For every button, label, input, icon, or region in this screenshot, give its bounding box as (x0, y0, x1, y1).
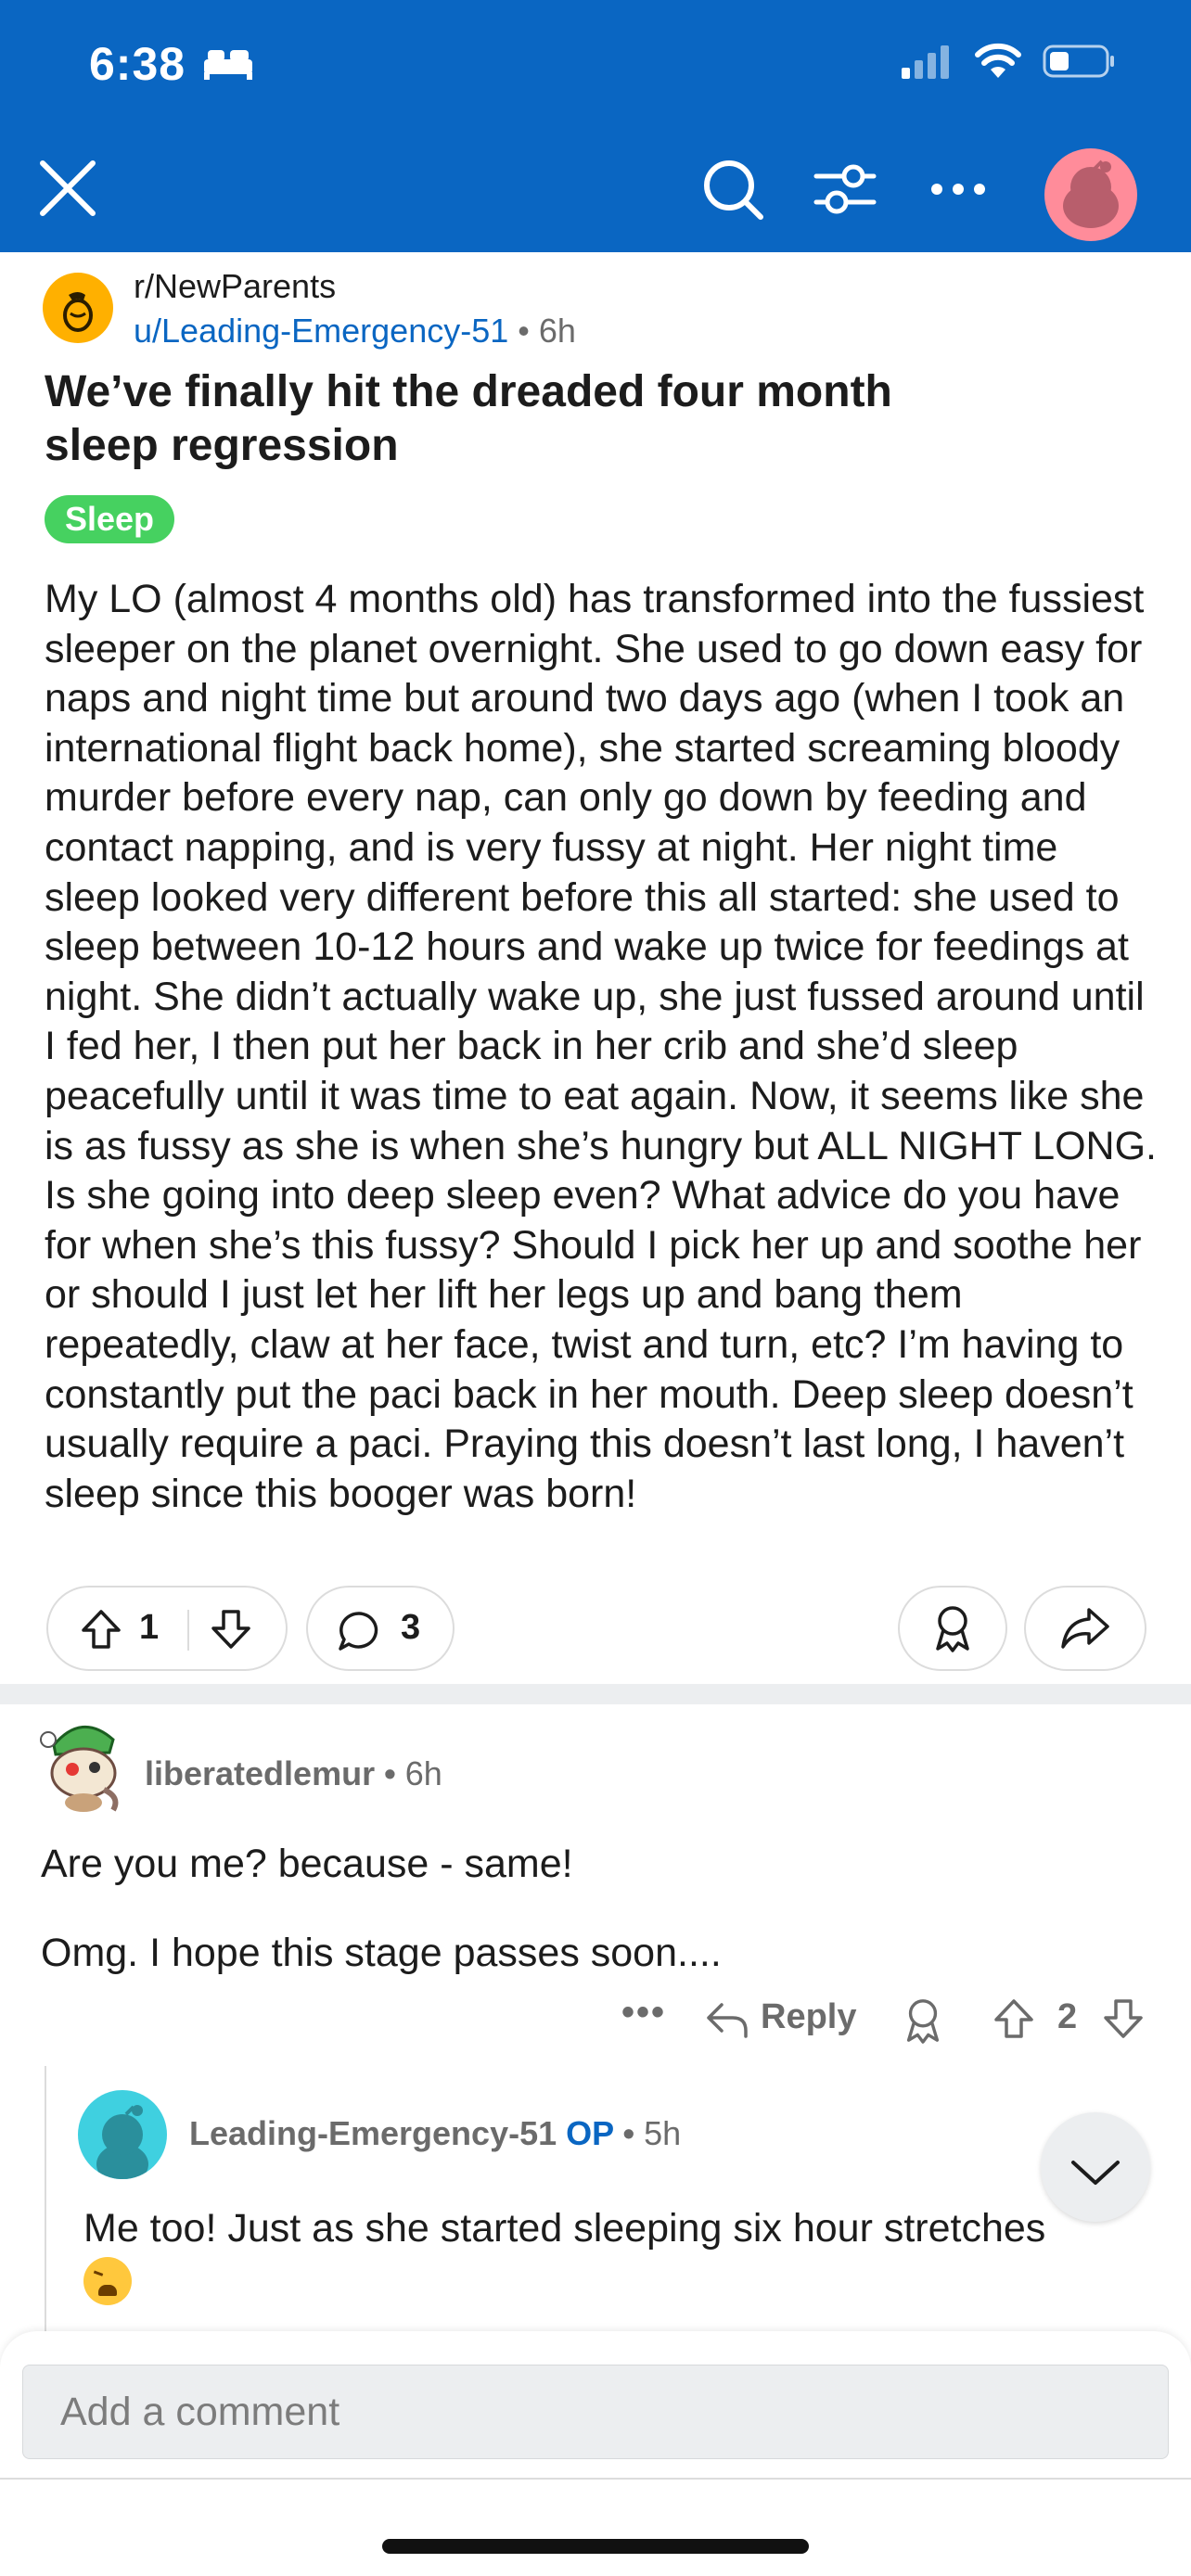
cellular-signal-icon (902, 45, 949, 79)
post-body: My LO (almost 4 months old) has transfor… (45, 577, 1157, 1516)
comment-author-line: liberatedlemur • 6h (145, 1754, 442, 1793)
composer-divider (0, 2478, 1191, 2480)
filter-icon[interactable] (813, 161, 877, 217)
comment-count: 3 (401, 1608, 421, 1647)
subreddit-name[interactable]: r/NewParents (134, 267, 336, 306)
comment-icon (339, 1612, 378, 1651)
comment-age: 6h (404, 1754, 442, 1792)
award-icon[interactable] (900, 1997, 946, 2044)
battery-icon (1043, 45, 1114, 78)
scroll-down-button[interactable] (1041, 2112, 1150, 2222)
award-button[interactable] (898, 1586, 1007, 1671)
reply-icon[interactable] (705, 1999, 749, 2040)
flair-badge[interactable]: Sleep (45, 495, 175, 543)
home-indicator[interactable] (382, 2539, 809, 2554)
thread-line[interactable] (45, 2066, 46, 2344)
more-options-button[interactable]: ••• (621, 1992, 666, 2034)
close-icon[interactable] (37, 158, 98, 219)
meta-separator: • (622, 2114, 635, 2152)
status-time: 6:38 (89, 38, 186, 90)
reply-username[interactable]: Leading-Emergency-51 (189, 2114, 557, 2152)
post-meta: u/Leading-Emergency-51 • 6h (134, 312, 576, 351)
comment-actions: ••• Reply 2 (612, 1992, 1169, 2047)
award-icon (936, 1606, 969, 1652)
vote-separator (187, 1610, 189, 1651)
share-button[interactable] (1024, 1586, 1146, 1671)
reply-button[interactable]: Reply (761, 1997, 856, 2037)
comments-button[interactable]: 3 (306, 1586, 455, 1671)
upvote-icon[interactable] (991, 1996, 1037, 2042)
meta-separator: • (518, 312, 530, 350)
meta-separator: • (384, 1754, 396, 1792)
downvote-icon[interactable] (1100, 1996, 1146, 2042)
search-icon[interactable] (699, 156, 766, 223)
comment-text-line: Omg. I hope this stage passes soon.... (41, 1931, 722, 1975)
op-badge: OP (566, 2114, 614, 2152)
reply-author-avatar[interactable] (78, 2090, 167, 2179)
more-icon[interactable] (926, 156, 991, 221)
add-comment-input[interactable] (22, 2365, 1169, 2459)
vote-control: 1 (46, 1586, 288, 1671)
tired-face-emoji-icon (83, 2256, 132, 2305)
comment-username[interactable]: liberatedlemur (145, 1754, 375, 1792)
downvote-icon[interactable] (208, 1606, 254, 1652)
share-icon (1061, 1608, 1109, 1649)
reply-author-line: Leading-Emergency-51 OP • 5h (189, 2114, 681, 2153)
comment-vote-count: 2 (1057, 1997, 1078, 2036)
post-author[interactable]: u/Leading-Emergency-51 (134, 312, 508, 350)
subreddit-icon[interactable] (43, 273, 113, 343)
post-title: We’ve finally hit the dreaded four month… (45, 367, 892, 470)
comment-text-line: Are you me? because - same! (41, 1842, 573, 1886)
section-divider (0, 1684, 1191, 1704)
user-avatar[interactable] (1044, 148, 1137, 241)
post-age: 6h (538, 312, 576, 350)
status-indicators (900, 43, 1117, 80)
reply-text: Me too! Just as she started sleeping six… (83, 2203, 1150, 2305)
wifi-icon (975, 43, 1021, 78)
sleep-focus-icon (204, 50, 252, 80)
reply-text-content: Me too! Just as she started sleeping six… (83, 2206, 1046, 2251)
top-bar: 6:38 (0, 0, 1191, 252)
commenter-avatar[interactable] (35, 1712, 128, 1814)
chevron-down-icon (1071, 2160, 1120, 2185)
upvote-icon[interactable] (78, 1606, 124, 1652)
nav-row (0, 148, 1191, 241)
reply-age: 5h (644, 2114, 682, 2152)
vote-count: 1 (139, 1608, 160, 1647)
